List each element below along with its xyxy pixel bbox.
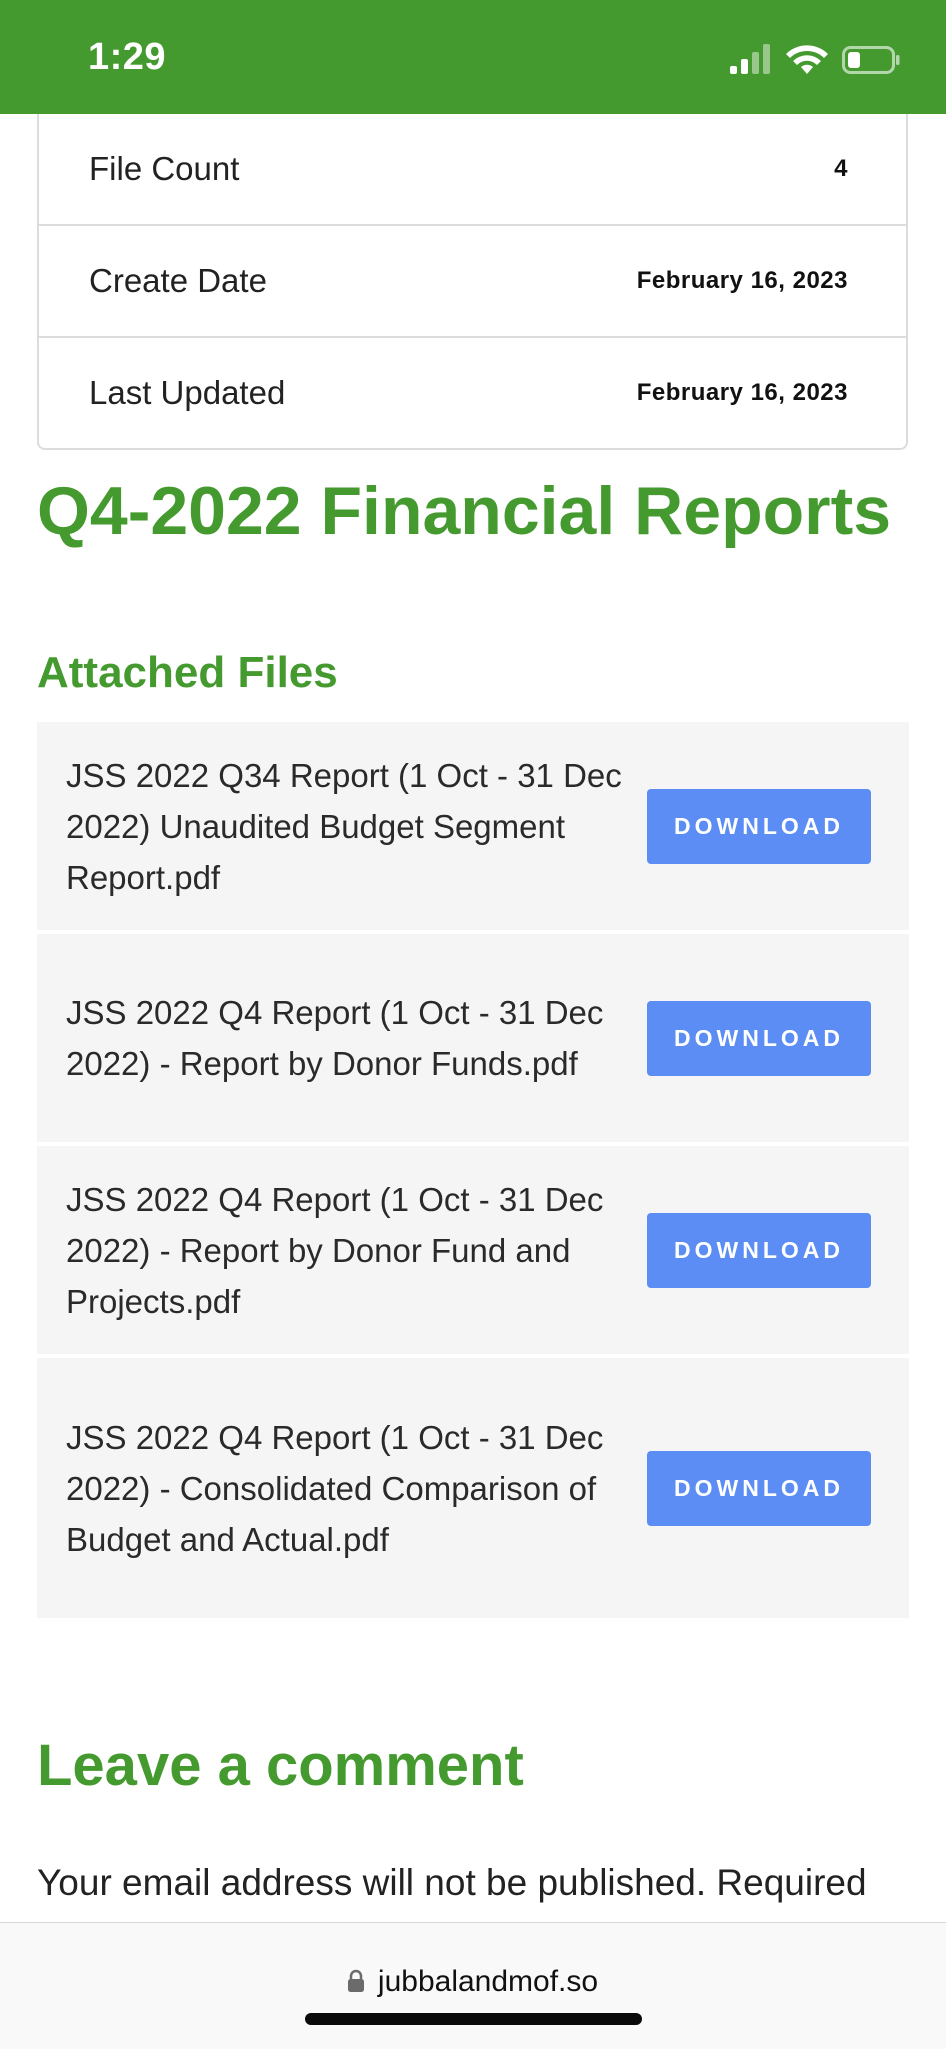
file-name: JSS 2022 Q4 Report (1 Oct - 31 Dec 2022)… xyxy=(66,1418,604,1558)
meta-value: February 16, 2023 xyxy=(636,267,848,294)
file-name: JSS 2022 Q34 Report (1 Oct - 31 Dec 2022… xyxy=(66,756,622,896)
comment-notice: Your email address will not be published… xyxy=(37,1862,867,1903)
home-indicator[interactable] xyxy=(305,2013,642,2025)
leave-comment-heading: Leave a comment xyxy=(37,1733,524,1798)
meta-row-last-updated: Last Updated February 16, 2023 xyxy=(39,338,906,448)
meta-value: February 16, 2023 xyxy=(636,379,848,406)
meta-label: File Count xyxy=(89,150,240,187)
meta-row-create-date: Create Date February 16, 2023 xyxy=(39,226,906,338)
lock-icon xyxy=(347,1969,364,1992)
attached-files-list: JSS 2022 Q34 Report (1 Oct - 31 Dec 2022… xyxy=(37,722,909,1622)
url-text: jubbalandmof.so xyxy=(377,1965,599,1998)
download-button[interactable]: Download xyxy=(647,1212,871,1288)
browser-address-bar[interactable]: jubbalandmof.so xyxy=(0,1922,946,2049)
status-time: 1:29 xyxy=(88,36,167,78)
document-meta-table: File Count 4 Create Date February 16, 20… xyxy=(37,114,908,450)
list-item: JSS 2022 Q4 Report (1 Oct - 31 Dec 2022)… xyxy=(37,1146,909,1354)
file-name: JSS 2022 Q4 Report (1 Oct - 31 Dec 2022)… xyxy=(66,1180,604,1320)
download-button[interactable]: Download xyxy=(647,788,871,864)
page-title: Q4-2022 Financial Reports xyxy=(37,473,892,549)
attached-files-heading: Attached Files xyxy=(37,648,338,697)
download-button[interactable]: Download xyxy=(647,1000,871,1076)
status-bar: 1:29 xyxy=(0,0,946,114)
url-display[interactable]: jubbalandmof.so xyxy=(0,1965,946,1999)
download-button[interactable]: Download xyxy=(647,1450,871,1526)
cellular-signal-icon xyxy=(730,44,770,74)
battery-icon xyxy=(842,46,900,74)
file-name: JSS 2022 Q4 Report (1 Oct - 31 Dec 2022)… xyxy=(66,994,604,1082)
list-item: JSS 2022 Q4 Report (1 Oct - 31 Dec 2022)… xyxy=(37,1358,909,1618)
list-item: JSS 2022 Q34 Report (1 Oct - 31 Dec 2022… xyxy=(37,722,909,930)
meta-value: 4 xyxy=(834,155,848,182)
wifi-icon xyxy=(786,45,828,74)
meta-label: Last Updated xyxy=(89,374,286,411)
list-item: JSS 2022 Q4 Report (1 Oct - 31 Dec 2022)… xyxy=(37,934,909,1142)
meta-label: Create Date xyxy=(89,262,267,299)
meta-row-file-count: File Count 4 xyxy=(39,114,906,226)
